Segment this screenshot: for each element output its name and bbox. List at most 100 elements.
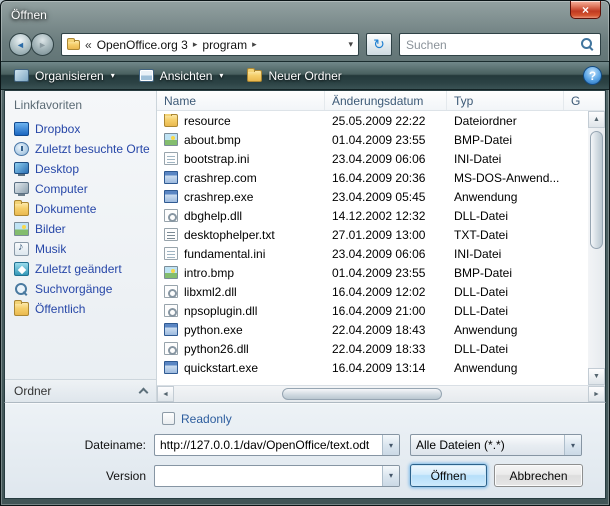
file-name: intro.bmp — [184, 266, 234, 280]
file-row[interactable]: python26.dll 22.04.2009 18:33 DLL-Datei — [157, 339, 588, 358]
filetype-dropdown-button[interactable]: ▾ — [564, 435, 581, 455]
file-name: python.exe — [184, 323, 243, 337]
file-row[interactable]: crashrep.exe 23.04.2009 05:45 Anwendung — [157, 187, 588, 206]
close-icon: × — [582, 3, 589, 17]
horizontal-scrollbar[interactable]: ◄ ► — [157, 385, 605, 402]
breadcrumb-separator-icon[interactable]: ▸ — [193, 39, 198, 50]
file-row[interactable]: dbghelp.dll 14.12.2002 12:32 DLL-Datei — [157, 206, 588, 225]
organisieren-button[interactable]: Organisieren ▾ — [8, 67, 121, 85]
column-header-date[interactable]: Änderungsdatum — [325, 91, 447, 110]
open-button-label: Öffnen — [431, 469, 467, 483]
scroll-left-button[interactable]: ◄ — [157, 386, 174, 402]
filename-dropdown-button[interactable]: ▾ — [382, 435, 399, 455]
column-header-name[interactable]: Name — [157, 91, 325, 110]
readonly-checkbox[interactable] — [162, 412, 175, 425]
sidebar-item-label: Dokumente — [35, 202, 96, 216]
dropbox-icon — [14, 122, 29, 136]
version-select[interactable]: ▾ — [154, 465, 400, 487]
scroll-up-button[interactable]: ▲ — [588, 111, 605, 128]
sidebar-item-search[interactable]: Suchvorgänge — [5, 279, 156, 299]
column-header-type[interactable]: Typ — [447, 91, 564, 110]
file-name-cell: desktophelper.txt — [157, 228, 325, 242]
file-row[interactable]: python.exe 22.04.2009 18:43 Anwendung — [157, 320, 588, 339]
file-row[interactable]: about.bmp 01.04.2009 23:55 BMP-Datei — [157, 130, 588, 149]
column-header-size[interactable]: G — [564, 91, 605, 110]
search-input[interactable] — [406, 38, 581, 52]
titlebar[interactable]: Öffnen × — [1, 1, 609, 28]
file-row[interactable]: npsoplugin.dll 16.04.2009 21:00 DLL-Date… — [157, 301, 588, 320]
vertical-scrollbar[interactable]: ▲ ▼ — [588, 111, 605, 385]
sidebar-item-music[interactable]: Musik — [5, 239, 156, 259]
horizontal-scroll-thumb[interactable] — [282, 388, 442, 400]
readonly-row: Readonly — [162, 411, 597, 426]
breadcrumb[interactable]: « OpenOffice.org 3 ▸ program ▸ ▾ — [61, 33, 359, 56]
open-button[interactable]: Öffnen — [410, 464, 487, 487]
file-name-cell: about.bmp — [157, 133, 325, 147]
ansichten-caret-icon: ▾ — [219, 71, 223, 80]
breadcrumb-item-program[interactable]: program — [202, 38, 247, 52]
vertical-scroll-thumb[interactable] — [590, 131, 603, 249]
dialog-buttons: Öffnen Abbrechen — [410, 464, 583, 487]
file-name-cell: python.exe — [157, 323, 325, 337]
file-name-cell: intro.bmp — [157, 266, 325, 280]
file-name: python26.dll — [184, 342, 249, 356]
sidebar-item-computer[interactable]: Computer — [5, 179, 156, 199]
sidebar-item-pictures[interactable]: Bilder — [5, 219, 156, 239]
file-type: DLL-Datei — [447, 304, 564, 318]
refresh-button[interactable]: ↻ — [366, 33, 392, 56]
neuer-ordner-button[interactable]: Neuer Ordner — [241, 67, 347, 85]
vertical-scroll-track[interactable] — [588, 128, 605, 368]
file-row[interactable]: bootstrap.ini 23.04.2009 06:06 INI-Datei — [157, 149, 588, 168]
file-date: 27.01.2009 13:00 — [325, 228, 447, 242]
sidebar-item-public[interactable]: Öffentlich — [5, 299, 156, 319]
sidebar-item-label: Zuletzt geändert — [35, 262, 122, 276]
file-row[interactable]: fundamental.ini 23.04.2009 06:06 INI-Dat… — [157, 244, 588, 263]
sidebar-header: Linkfavoriten — [5, 96, 156, 119]
close-button[interactable]: × — [570, 1, 601, 19]
sidebar-item-desktop[interactable]: Desktop — [5, 159, 156, 179]
breadcrumb-separator-icon[interactable]: ▸ — [252, 39, 257, 50]
sidebar-folders-toggle[interactable]: Ordner — [5, 379, 156, 402]
scroll-down-button[interactable]: ▼ — [588, 368, 605, 385]
file-row[interactable]: quickstart.exe 16.04.2009 13:14 Anwendun… — [157, 358, 588, 377]
file-type: Anwendung — [447, 190, 564, 204]
file-row[interactable]: desktophelper.txt 27.01.2009 13:00 TXT-D… — [157, 225, 588, 244]
file-row[interactable]: crashrep.com 16.04.2009 20:36 MS-DOS-Anw… — [157, 168, 588, 187]
horizontal-scroll-track[interactable] — [174, 386, 588, 402]
app-file-icon — [164, 171, 178, 184]
sidebar-item-documents[interactable]: Dokumente — [5, 199, 156, 219]
readonly-label[interactable]: Readonly — [181, 412, 232, 426]
forward-icon: ► — [38, 40, 47, 50]
filename-combo[interactable]: ▾ — [154, 434, 400, 456]
version-dropdown-button[interactable]: ▾ — [382, 466, 399, 486]
recent-icon — [14, 142, 29, 156]
version-value — [155, 466, 382, 486]
filename-input[interactable] — [155, 435, 382, 455]
search-icon[interactable] — [581, 38, 594, 51]
sidebar-item-changed[interactable]: Zuletzt geändert — [5, 259, 156, 279]
file-row[interactable]: libxml2.dll 16.04.2009 12:02 DLL-Datei — [157, 282, 588, 301]
file-date: 25.05.2009 22:22 — [325, 114, 447, 128]
help-button[interactable]: ? — [583, 66, 602, 85]
sidebar-item-recent[interactable]: Zuletzt besuchte Orte — [5, 139, 156, 159]
sidebar-item-label: Suchvorgänge — [35, 282, 112, 296]
file-name-cell: crashrep.com — [157, 171, 325, 185]
filetype-select[interactable]: Alle Dateien (*.*) ▾ — [410, 434, 582, 456]
file-name: bootstrap.ini — [184, 152, 249, 166]
breadcrumb-overflow-button[interactable]: « — [85, 38, 92, 52]
cancel-button[interactable]: Abbrechen — [494, 464, 583, 487]
file-row[interactable]: intro.bmp 01.04.2009 23:55 BMP-Datei — [157, 263, 588, 282]
search-box[interactable] — [399, 33, 601, 56]
sidebar-item-dropbox[interactable]: Dropbox — [5, 119, 156, 139]
scroll-right-button[interactable]: ► — [588, 386, 605, 402]
file-name-cell: crashrep.exe — [157, 190, 325, 204]
breadcrumb-item-openoffice[interactable]: OpenOffice.org 3 — [97, 38, 188, 52]
file-row[interactable]: resource 25.05.2009 22:22 Dateiordner — [157, 111, 588, 130]
file-name: fundamental.ini — [184, 247, 265, 261]
forward-button[interactable]: ► — [31, 33, 54, 56]
back-button[interactable]: ◄ — [9, 33, 32, 56]
ansichten-button[interactable]: Ansichten ▾ — [133, 67, 230, 85]
file-rows: resource 25.05.2009 22:22 Dateiordner ab… — [157, 111, 588, 385]
file-name-cell: bootstrap.ini — [157, 152, 325, 166]
breadcrumb-dropdown-icon[interactable]: ▾ — [348, 39, 353, 50]
